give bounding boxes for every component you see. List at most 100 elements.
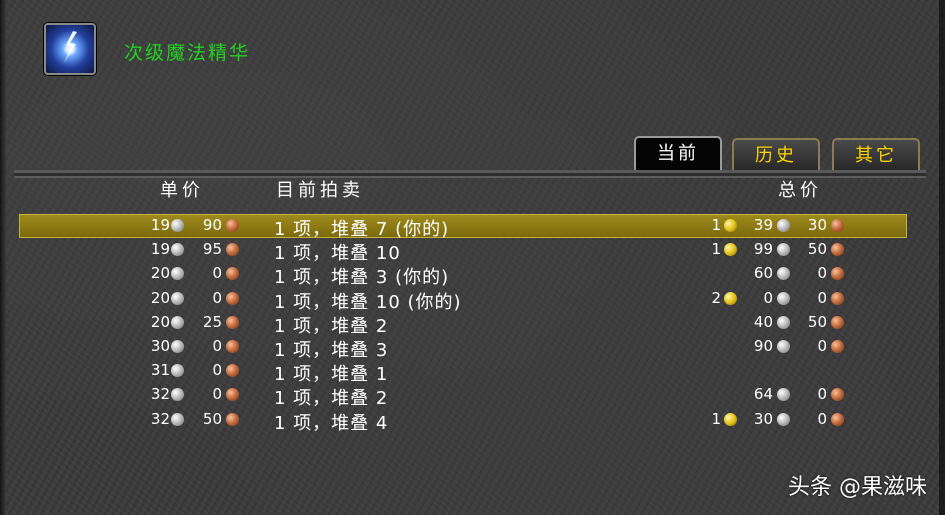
lightning-essence-icon[interactable] bbox=[44, 23, 96, 75]
total-silver: 30 bbox=[753, 409, 773, 428]
total-copper: 50 bbox=[807, 312, 827, 331]
total-gold: 1 bbox=[711, 240, 721, 259]
unit-copper: 0 bbox=[212, 361, 222, 380]
auction-description: 1 项，堆叠 2 bbox=[274, 388, 389, 410]
total-copper: 0 bbox=[817, 337, 827, 355]
copper-coin-icon bbox=[226, 340, 239, 353]
tab-other[interactable]: 其它 bbox=[832, 138, 920, 172]
silver-coin-icon bbox=[171, 243, 184, 257]
silver-coin-icon bbox=[777, 340, 790, 353]
watermark: 头条 @果滋味 bbox=[788, 475, 927, 500]
tab-current[interactable]: 当前 bbox=[634, 136, 722, 174]
total-copper: 50 bbox=[807, 240, 827, 259]
silver-coin-icon bbox=[777, 267, 790, 281]
unit-copper: 0 bbox=[212, 385, 222, 404]
table-row[interactable]: 20 0 1 项，堆叠 3 (你的) 60 0 bbox=[0, 263, 945, 289]
table-row[interactable]: 19 90 1 项，堆叠 7 (你的) 1 39 30 bbox=[0, 215, 945, 240]
column-unit-price[interactable]: 单价 bbox=[160, 176, 204, 202]
unit-silver: 32 bbox=[150, 409, 170, 428]
auction-description: 1 项，堆叠 1 bbox=[274, 364, 389, 386]
silver-coin-icon bbox=[171, 219, 184, 232]
table-row[interactable]: 19 95 1 项，堆叠 10 1 99 50 bbox=[0, 239, 945, 265]
copper-coin-icon bbox=[226, 219, 239, 232]
copper-coin-icon bbox=[831, 243, 844, 257]
unit-copper: 0 bbox=[212, 337, 222, 355]
table-row[interactable]: 32 50 1 项，堆叠 4 1 30 0 bbox=[0, 409, 945, 434]
unit-copper: 90 bbox=[202, 216, 222, 234]
tab-history[interactable]: 历史 bbox=[732, 138, 820, 172]
silver-coin-icon bbox=[777, 388, 790, 402]
silver-coin-icon bbox=[171, 315, 184, 329]
table-row[interactable]: 30 0 1 项，堆叠 3 90 0 bbox=[0, 336, 945, 361]
copper-coin-icon bbox=[831, 340, 844, 353]
column-total-price[interactable]: 总价 bbox=[778, 176, 822, 202]
silver-coin-icon bbox=[171, 364, 184, 378]
auction-description: 1 项，堆叠 3 bbox=[274, 340, 389, 361]
item-name: 次级魔法精华 bbox=[124, 42, 251, 64]
total-copper: 0 bbox=[817, 288, 827, 307]
copper-coin-icon bbox=[831, 219, 844, 232]
unit-silver: 32 bbox=[150, 385, 170, 404]
gold-coin-icon bbox=[724, 243, 737, 257]
total-silver: 0 bbox=[763, 288, 773, 307]
total-silver: 40 bbox=[753, 312, 773, 331]
unit-copper: 50 bbox=[202, 409, 222, 428]
total-copper: 0 bbox=[817, 409, 827, 428]
copper-coin-icon bbox=[226, 412, 239, 426]
table-row[interactable]: 20 0 1 项，堆叠 10 (你的) 2 0 0 bbox=[0, 288, 945, 313]
silver-coin-icon bbox=[777, 412, 790, 426]
unit-silver: 20 bbox=[150, 312, 170, 331]
unit-copper: 0 bbox=[212, 288, 222, 307]
silver-coin-icon bbox=[171, 388, 184, 402]
auction-description: 1 项，堆叠 10 bbox=[274, 243, 401, 265]
unit-silver: 20 bbox=[150, 288, 170, 307]
auction-description: 1 项，堆叠 7 (你的) bbox=[274, 219, 450, 240]
copper-coin-icon bbox=[226, 291, 239, 305]
copper-coin-icon bbox=[226, 388, 239, 402]
table-row[interactable]: 20 25 1 项，堆叠 2 40 50 bbox=[0, 312, 945, 337]
unit-copper: 95 bbox=[202, 240, 222, 259]
silver-coin-icon bbox=[777, 315, 790, 329]
total-copper: 0 bbox=[817, 385, 827, 404]
total-copper: 0 bbox=[817, 264, 827, 283]
total-gold: 2 bbox=[711, 288, 721, 307]
copper-coin-icon bbox=[831, 267, 844, 281]
silver-coin-icon bbox=[777, 291, 790, 305]
total-silver: 99 bbox=[753, 240, 773, 259]
total-silver: 90 bbox=[753, 337, 773, 355]
unit-silver: 31 bbox=[150, 361, 170, 380]
unit-silver: 19 bbox=[150, 240, 170, 259]
total-gold: 1 bbox=[711, 216, 721, 234]
unit-copper: 25 bbox=[202, 312, 222, 331]
silver-coin-icon bbox=[777, 243, 790, 257]
unit-copper: 0 bbox=[212, 264, 222, 283]
total-silver: 39 bbox=[753, 216, 773, 234]
total-silver: 64 bbox=[753, 385, 773, 404]
copper-coin-icon bbox=[226, 243, 239, 257]
gold-coin-icon bbox=[724, 412, 737, 426]
total-silver: 60 bbox=[753, 264, 773, 283]
copper-coin-icon bbox=[831, 291, 844, 305]
auction-description: 1 项，堆叠 10 (你的) bbox=[274, 291, 462, 313]
silver-coin-icon bbox=[171, 412, 184, 426]
copper-coin-icon bbox=[226, 364, 239, 378]
auction-description: 1 项，堆叠 4 bbox=[274, 412, 389, 434]
total-gold: 1 bbox=[711, 409, 721, 428]
total-copper: 30 bbox=[807, 216, 827, 234]
gold-coin-icon bbox=[724, 219, 737, 232]
copper-coin-icon bbox=[226, 315, 239, 329]
table-row[interactable]: 31 0 1 项，堆叠 1 bbox=[0, 360, 945, 386]
copper-coin-icon bbox=[831, 388, 844, 402]
copper-coin-icon bbox=[831, 315, 844, 329]
table-row[interactable]: 32 0 1 项，堆叠 2 64 0 bbox=[0, 384, 945, 410]
auction-description: 1 项，堆叠 3 (你的) bbox=[274, 267, 450, 289]
unit-silver: 19 bbox=[150, 216, 170, 234]
silver-coin-icon bbox=[777, 219, 790, 232]
copper-coin-icon bbox=[226, 267, 239, 281]
silver-coin-icon bbox=[171, 340, 184, 353]
silver-coin-icon bbox=[171, 291, 184, 305]
column-current-auction[interactable]: 目前拍卖 bbox=[276, 176, 364, 202]
gold-coin-icon bbox=[724, 291, 737, 305]
unit-silver: 20 bbox=[150, 264, 170, 283]
silver-coin-icon bbox=[171, 267, 184, 281]
